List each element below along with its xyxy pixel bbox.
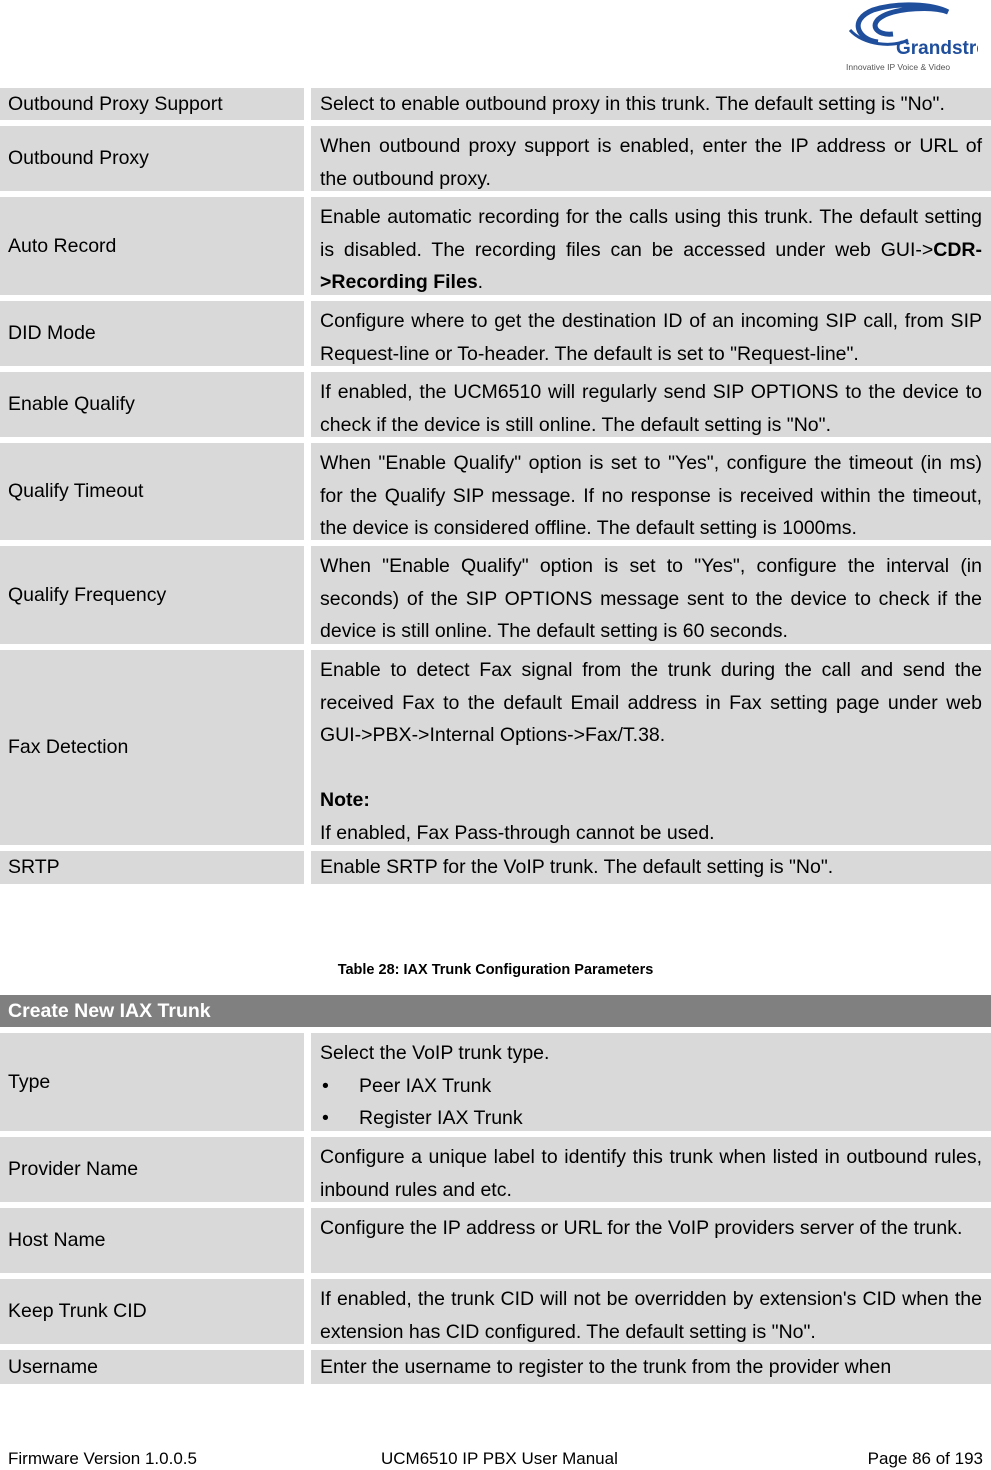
table-row: Provider Name Configure a unique label t… (0, 1137, 991, 1202)
table-row: SRTP Enable SRTP for the VoIP trunk. The… (0, 851, 991, 884)
param-description: Enable to detect Fax signal from the tru… (311, 650, 991, 845)
table-row: Username Enter the username to register … (0, 1350, 991, 1384)
table-row: Keep Trunk CID If enabled, the trunk CID… (0, 1279, 991, 1344)
param-description: Configure a unique label to identify thi… (311, 1137, 991, 1202)
param-description: Enable automatic recording for the calls… (311, 197, 991, 295)
param-name: SRTP (0, 851, 304, 884)
svg-text:Grandstream: Grandstream (896, 38, 978, 59)
param-name: Type (0, 1033, 304, 1131)
param-name: Keep Trunk CID (0, 1279, 304, 1344)
table-row: Outbound Proxy Support Select to enable … (0, 88, 991, 120)
param-description: Enter the username to register to the tr… (311, 1350, 991, 1384)
param-name: Fax Detection (0, 650, 304, 845)
menu-path-cdr: CDR (933, 238, 976, 261)
table-row: Outbound Proxy When outbound proxy suppo… (0, 126, 991, 191)
table-section-header: Create New IAX Trunk (0, 995, 991, 1027)
svg-text:Innovative IP Voice & Video: Innovative IP Voice & Video (846, 62, 950, 72)
bullet-icon: • (322, 1074, 329, 1097)
table-row: Host Name Configure the IP address or UR… (0, 1208, 991, 1273)
table-row: DID Mode Configure where to get the dest… (0, 301, 991, 366)
param-description: Configure where to get the destination I… (311, 301, 991, 366)
param-name: DID Mode (0, 301, 304, 366)
table-row: Qualify Timeout When "Enable Qualify" op… (0, 443, 991, 540)
menu-path-recording-files: Recording Files (331, 271, 478, 293)
param-name: Username (0, 1350, 304, 1384)
note-label: Note: (320, 789, 370, 811)
param-name: Enable Qualify (0, 372, 304, 437)
desc-suffix: . (477, 271, 484, 293)
table-row: Type Select the VoIP trunk type. • Peer … (0, 1033, 991, 1131)
param-name: Qualify Frequency (0, 546, 304, 644)
footer-firmware-version: Firmware Version 1.0.0.5 (8, 1449, 197, 1468)
table-row: Enable Qualify If enabled, the UCM6510 w… (0, 372, 991, 437)
bullet-text: Register IAX Trunk (359, 1107, 523, 1129)
param-name: Host Name (0, 1208, 304, 1273)
table-row: Auto Record Enable automatic recording f… (0, 197, 991, 295)
bullet-text: Peer IAX Trunk (359, 1074, 492, 1097)
table-row: Fax Detection Enable to detect Fax signa… (0, 650, 991, 845)
param-name: Qualify Timeout (0, 443, 304, 540)
param-description: If enabled, the trunk CID will not be ov… (311, 1279, 991, 1344)
param-description: Configure the IP address or URL for the … (311, 1208, 991, 1273)
desc-text: Select the VoIP trunk type. (320, 1042, 550, 1064)
bullet-item: • Register IAX Trunk (320, 1102, 982, 1135)
table-caption: Table 28: IAX Trunk Configuration Parame… (337, 962, 654, 978)
param-name: Provider Name (0, 1137, 304, 1202)
param-description: Select the VoIP trunk type. • Peer IAX T… (311, 1033, 991, 1131)
bullet-item: • Peer IAX Trunk (320, 1070, 982, 1103)
param-description: If enabled, the UCM6510 will regularly s… (311, 372, 991, 437)
desc-text: Enable to detect Fax signal from the tru… (320, 659, 982, 746)
param-description: When "Enable Qualify" option is set to "… (311, 546, 991, 644)
param-name: Auto Record (0, 197, 304, 295)
grandstream-logo-icon: Grandstream Innovative IP Voice & Video (846, 2, 978, 72)
note-text: If enabled, Fax Pass-through cannot be u… (320, 821, 715, 844)
desc-text: Enable automatic recording for the calls… (320, 206, 982, 261)
param-description: Enable SRTP for the VoIP trunk. The defa… (311, 851, 991, 884)
footer-page-number: Page 86 of 193 (867, 1449, 983, 1468)
param-description: Select to enable outbound proxy in this … (311, 88, 991, 120)
table-row: Qualify Frequency When "Enable Qualify" … (0, 546, 991, 644)
footer-manual-title: UCM6510 IP PBX User Manual (381, 1449, 618, 1468)
param-description: When "Enable Qualify" option is set to "… (311, 443, 991, 540)
grandstream-logo: Grandstream Innovative IP Voice & Video (838, 0, 978, 78)
bullet-icon: • (322, 1107, 329, 1129)
param-name: Outbound Proxy (0, 126, 304, 191)
param-name: Outbound Proxy Support (0, 88, 304, 120)
param-description: When outbound proxy support is enabled, … (311, 126, 991, 191)
